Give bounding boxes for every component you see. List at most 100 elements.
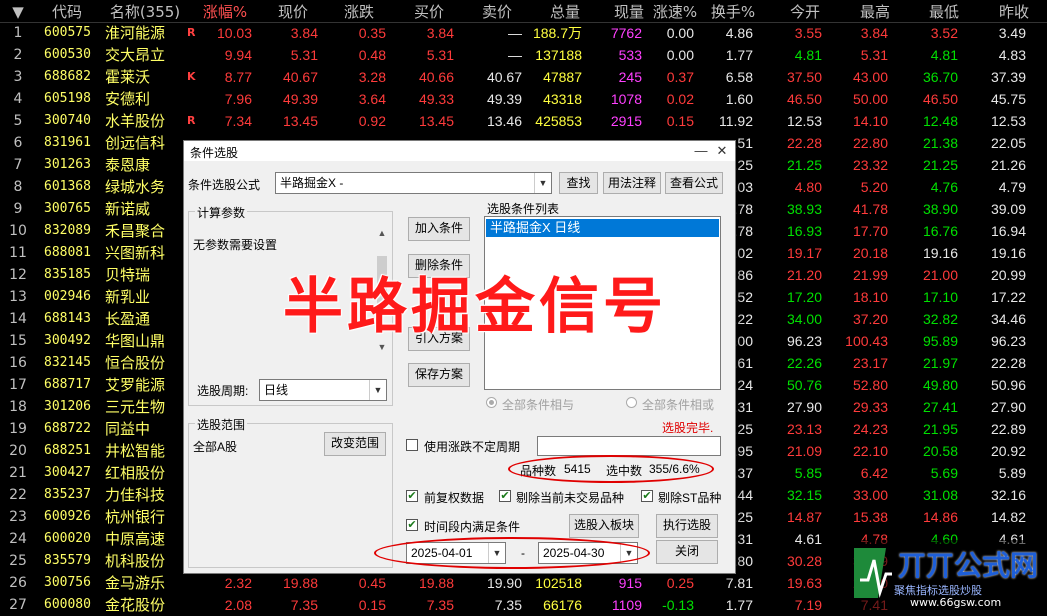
- cell-prev: 17.22: [990, 289, 1026, 305]
- cell-open: 22.26: [786, 355, 822, 371]
- cell-low: 32.82: [922, 311, 958, 327]
- cell-prev: 16.94: [990, 223, 1026, 239]
- col-turnover[interactable]: 换手%: [704, 2, 762, 22]
- cell-low: 16.76: [922, 223, 958, 239]
- cell-i: 5: [13, 113, 23, 129]
- chevron-down-icon[interactable]: ▼: [534, 173, 551, 193]
- exclude-st-checkbox[interactable]: ✔: [641, 490, 653, 502]
- cell-ask: 7.35: [494, 597, 522, 613]
- add-condition-button[interactable]: 加入条件: [408, 217, 470, 241]
- sort-icon[interactable]: ▼: [10, 2, 26, 22]
- chevron-down-icon[interactable]: ▼: [369, 380, 386, 400]
- cell-high: 18.10: [852, 289, 888, 305]
- no-params-text: 无参数需要设置: [193, 238, 278, 252]
- cell-price: 7.35: [290, 597, 318, 613]
- cell-bid: 19.88: [418, 575, 454, 591]
- col-code[interactable]: 代码: [42, 2, 92, 22]
- cell-high: 21.99: [852, 267, 888, 283]
- table-row[interactable]: 1 600575 淮河能源 R 10.03 3.84 0.35 3.84—188.7万 7762…: [0, 22, 1047, 44]
- table-row[interactable]: 3 688682 霍莱沃 K 8.77 40.67 3.28 40.66 40.67 47887 2…: [0, 66, 1047, 88]
- period-select[interactable]: 日线 ▼: [259, 379, 387, 401]
- to-board-button[interactable]: 选股入板块: [569, 514, 639, 538]
- cell-low: 27.41: [922, 399, 958, 415]
- cell-prev: 96.23: [990, 333, 1026, 349]
- col-bid[interactable]: 买价: [400, 2, 458, 22]
- cell-code: 600020: [44, 531, 91, 546]
- cell-prev: 4.79: [998, 179, 1026, 195]
- uncertain-period-field[interactable]: [537, 436, 721, 456]
- cell-low: 3.52: [930, 25, 958, 41]
- cell-open: 19.17: [786, 245, 822, 261]
- cell-spd: 0.02: [666, 91, 694, 107]
- col-speed[interactable]: 涨速%: [646, 2, 704, 22]
- col-open[interactable]: 今开: [776, 2, 834, 22]
- col-price[interactable]: 现价: [264, 2, 322, 22]
- cell-code: 832145: [44, 355, 91, 370]
- cell-low: 95.89: [922, 333, 958, 349]
- dialog-titlebar[interactable]: 条件选股 — ✕: [184, 141, 735, 161]
- cell-i: 10: [9, 223, 27, 239]
- table-row[interactable]: 2 600530 交大昂立 9.94 5.31 0.48 5.31 — 137188 533 0.0…: [0, 44, 1047, 66]
- col-ask[interactable]: 卖价: [468, 2, 526, 22]
- time-range-checkbox[interactable]: ✔: [406, 519, 418, 531]
- cell-code: 835185: [44, 267, 91, 282]
- cell-name: 兴图新科: [105, 244, 166, 262]
- usage-notes-button[interactable]: 用法注释: [603, 172, 661, 194]
- cell-low: 49.80: [922, 377, 958, 393]
- view-formula-button[interactable]: 查看公式: [665, 172, 723, 194]
- cell-low: 21.38: [922, 135, 958, 151]
- change-range-button[interactable]: 改变范围: [324, 432, 386, 456]
- exclude-untraded-checkbox[interactable]: ✔: [499, 490, 511, 502]
- cell-name: 水羊股份: [105, 112, 166, 130]
- cell-name: 机科股份: [105, 552, 166, 570]
- col-volume[interactable]: 总量: [536, 2, 594, 22]
- radio-or[interactable]: [626, 397, 637, 408]
- cell-turn: 1.77: [725, 597, 753, 613]
- cell-code: 600080: [44, 597, 91, 612]
- cell-name: 创远信科: [105, 134, 166, 152]
- cell-prev: 39.09: [990, 201, 1026, 217]
- cell-ask: —: [508, 25, 522, 41]
- cell-turn: 7.81: [725, 575, 753, 591]
- cell-i: 17: [9, 377, 27, 393]
- logo-text: 丌丌公式网: [898, 549, 1039, 582]
- cell-name: 井松智能: [105, 442, 166, 460]
- close-button[interactable]: 关闭: [656, 540, 718, 564]
- uncertain-period-checkbox[interactable]: [406, 439, 418, 451]
- cell-vol: 102518: [535, 575, 582, 591]
- pre-adjust-checkbox[interactable]: ✔: [406, 490, 418, 502]
- cell-high: 17.70: [852, 223, 888, 239]
- cell-low: 21.00: [922, 267, 958, 283]
- condition-list-item[interactable]: 半路掘金X 日线: [486, 219, 719, 237]
- col-low[interactable]: 最低: [915, 2, 973, 22]
- cell-i: 20: [9, 443, 27, 459]
- col-pct[interactable]: 涨幅%: [196, 2, 254, 22]
- find-button[interactable]: 查找: [559, 172, 598, 194]
- cell-code: 600575: [44, 25, 91, 40]
- cell-name: 艾罗能源: [105, 376, 166, 394]
- save-plan-button[interactable]: 保存方案: [408, 363, 470, 387]
- cell-pct: 10.03: [216, 25, 252, 41]
- cell-name: 华图山鼎: [105, 332, 166, 350]
- cell-prev: 4.83: [998, 47, 1026, 63]
- radio-and[interactable]: [486, 397, 497, 408]
- cell-code: 688251: [44, 443, 91, 458]
- table-row[interactable]: 5 300740 水羊股份 R 7.34 13.45 0.92 13.45 13.46 42585…: [0, 110, 1047, 132]
- col-prev-close[interactable]: 昨收: [985, 2, 1043, 22]
- cell-i: 2: [13, 47, 23, 63]
- cell-code: 300765: [44, 201, 91, 216]
- scroll-up-icon[interactable]: ▲: [375, 226, 389, 240]
- close-icon[interactable]: ✕: [711, 142, 733, 160]
- minimize-icon[interactable]: —: [690, 142, 712, 160]
- col-name[interactable]: 名称(355): [100, 2, 190, 22]
- cell-prev: 22.28: [990, 355, 1026, 371]
- table-row[interactable]: 4 605198 安德利 7.96 49.39 3.64 49.33 49.39 43318 10…: [0, 88, 1047, 110]
- col-high[interactable]: 最高: [846, 2, 904, 22]
- col-change[interactable]: 涨跌: [330, 2, 388, 22]
- cell-ask: —: [508, 47, 522, 63]
- condition-list-title: 选股条件列表: [487, 202, 560, 216]
- formula-select[interactable]: 半路掘金X - ▼: [275, 172, 552, 194]
- cell-name: 交大昂立: [105, 46, 166, 64]
- run-screen-button[interactable]: 执行选股: [656, 514, 718, 538]
- cell-name: 金马游乐: [105, 574, 166, 592]
